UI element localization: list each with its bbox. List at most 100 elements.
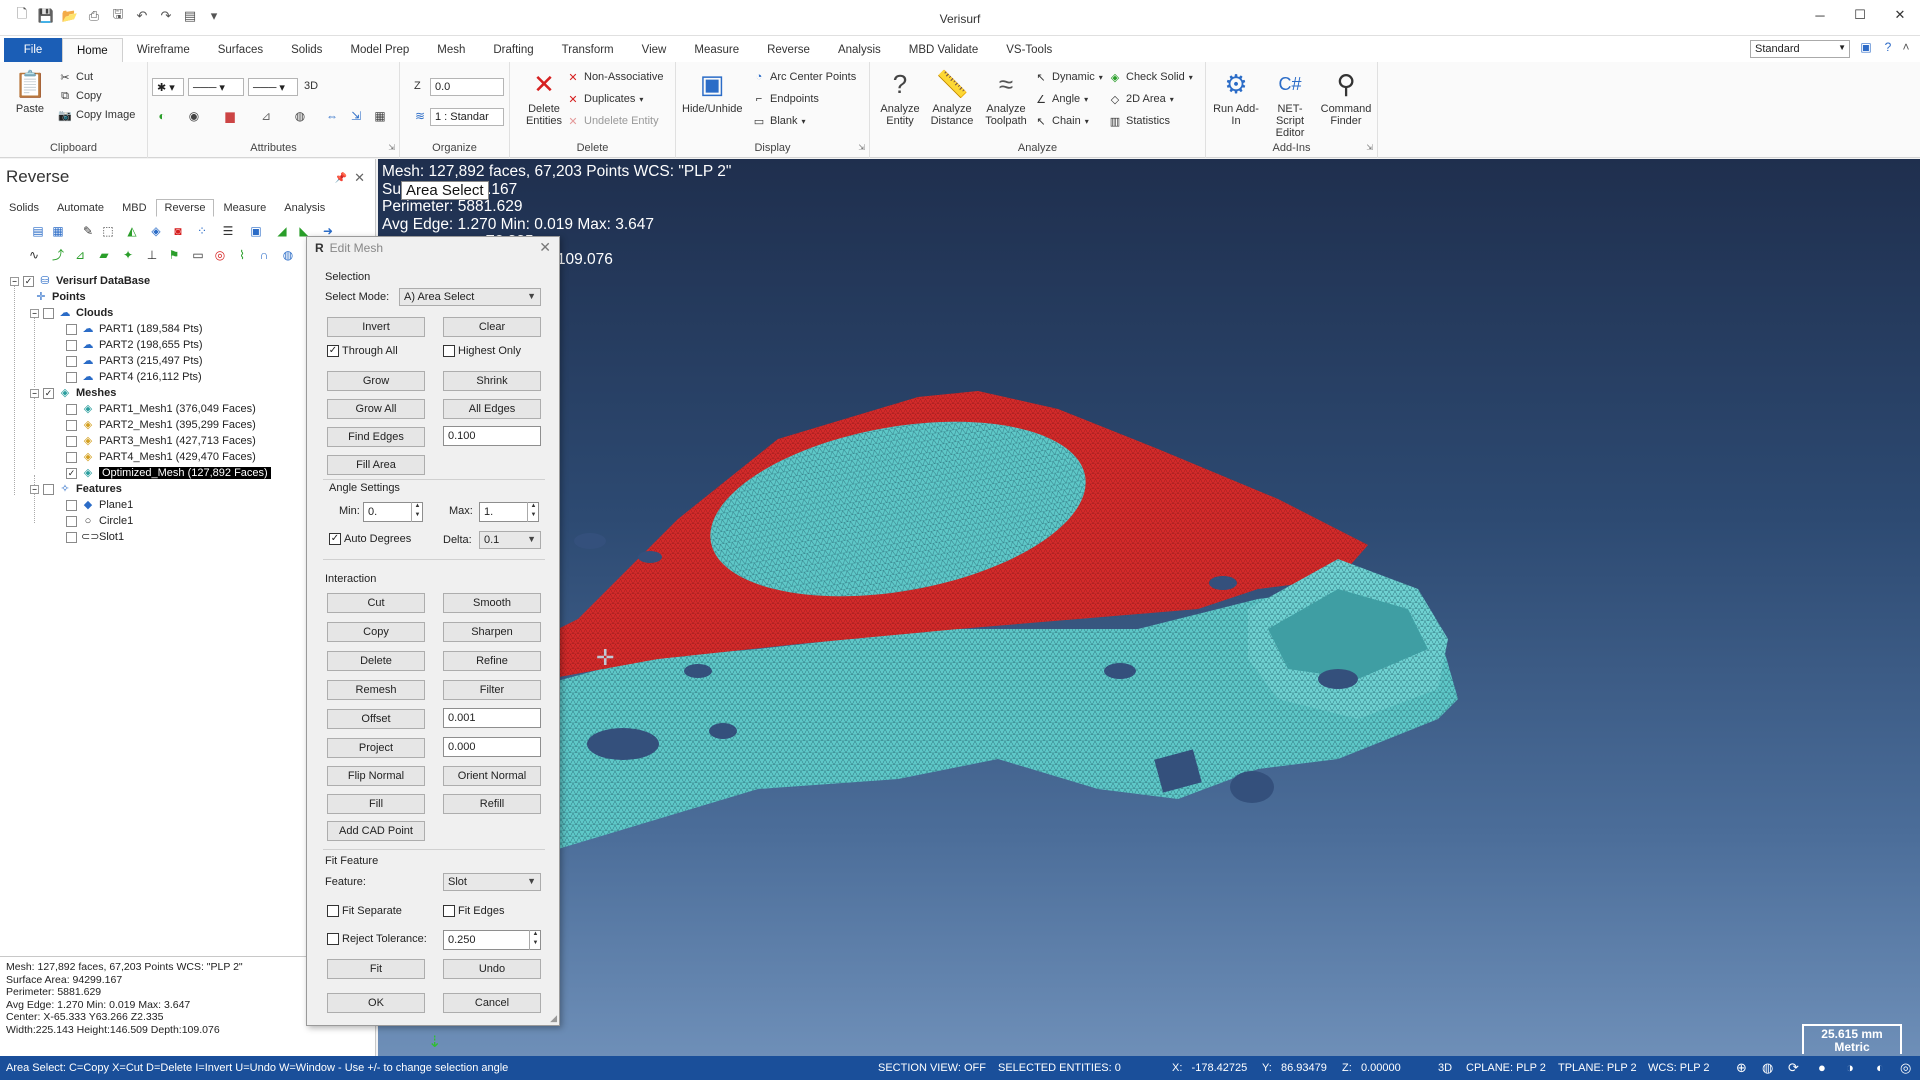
visibility-checkbox[interactable] (43, 307, 54, 319)
tplane-status[interactable]: TPLANE: PLP 2 (1558, 1062, 1637, 1074)
copy-image-button[interactable]: 📷 Copy Image (58, 108, 135, 122)
render-icon[interactable]: ◑ (1846, 1060, 1854, 1075)
level-icon[interactable]: ⊿ (258, 108, 274, 124)
arc-center-points-button[interactable]: ◔ Arc Center Points (752, 70, 857, 84)
tab-view[interactable]: View (628, 38, 681, 62)
endpoints-button[interactable]: ⌐ Endpoints (752, 92, 819, 106)
fit-edges-checkbox[interactable]: Fit Edges (443, 905, 504, 917)
cut-mesh-button[interactable]: Cut (327, 593, 425, 613)
tool-points-icon[interactable]: ⁘ (194, 223, 210, 239)
tab-drafting[interactable]: Drafting (479, 38, 547, 62)
analyze-distance-button[interactable]: 📏 Analyze Distance (926, 68, 978, 127)
tab-solids[interactable]: Solids (277, 38, 336, 62)
tool-select-icon[interactable]: ⬚ (100, 223, 116, 239)
checkbox-unchecked[interactable] (443, 905, 455, 917)
minimize-icon[interactable]: ─ (1800, 0, 1840, 30)
checkbox-unchecked[interactable] (327, 933, 339, 945)
tree-item-feature[interactable]: ⊂⊃ Slot1 (66, 529, 124, 545)
cplane-status[interactable]: CPLANE: PLP 2 (1466, 1062, 1546, 1074)
panel-tab-analysis[interactable]: Analysis (275, 199, 334, 217)
tool-wave-icon[interactable]: ∩ (256, 247, 272, 263)
visibility-checkbox[interactable] (66, 403, 77, 415)
line-width-select[interactable]: ─── ▾ (248, 78, 298, 96)
tool-cloud-icon[interactable]: ▤ (30, 223, 46, 239)
pin-icon[interactable]: 📌 (335, 173, 347, 184)
dimension-icon[interactable]: ⇔ (324, 108, 340, 124)
ok-button[interactable]: OK (327, 993, 425, 1013)
tab-measure[interactable]: Measure (680, 38, 753, 62)
cut-button[interactable]: ✂ Cut (58, 70, 93, 84)
tool-target-icon[interactable]: ◎ (212, 247, 228, 263)
highest-only-checkbox[interactable]: Highest Only (443, 345, 521, 357)
visibility-checkbox[interactable] (66, 515, 77, 527)
collapse-icon[interactable]: − (30, 308, 39, 318)
collapse-ribbon-icon[interactable]: ˄ (1898, 40, 1914, 56)
tab-mbd-validate[interactable]: MBD Validate (895, 38, 992, 62)
help-icon[interactable]: ? (1880, 40, 1896, 56)
tree-item-meshes[interactable]: − ✓ ◈ Meshes (30, 385, 116, 401)
reject-tolerance-checkbox[interactable]: Reject Tolerance: (327, 933, 427, 945)
chain-button[interactable]: ↖ Chain ▾ (1034, 114, 1088, 128)
mode-3d-status[interactable]: 3D (1438, 1062, 1452, 1074)
panel-close-icon[interactable]: ✕ (354, 170, 365, 186)
tool-plane-icon[interactable]: ▰ (96, 247, 112, 263)
tool-box-icon[interactable]: ▭ (190, 247, 206, 263)
tool-edit-icon[interactable]: ✎ (80, 223, 96, 239)
refine-button[interactable]: Refine (443, 651, 541, 671)
checkbox-unchecked[interactable] (327, 905, 339, 917)
tool-list-icon[interactable]: ☰ (220, 223, 236, 239)
command-finder-button[interactable]: ⚲ Command Finder (1318, 68, 1374, 127)
tab-mesh[interactable]: Mesh (423, 38, 479, 62)
duplicates-button[interactable]: ✕ Duplicates ▾ (566, 92, 643, 106)
collapse-icon[interactable]: − (30, 484, 39, 494)
tree-item-cloud[interactable]: ☁ PART1 (189,584 Pts) (66, 321, 203, 337)
offset-button[interactable]: Offset (327, 709, 425, 729)
shading-icon[interactable]: ● (1818, 1060, 1826, 1075)
collapse-icon[interactable]: − (30, 388, 39, 398)
grid-icon[interactable]: ▦ (372, 108, 388, 124)
analyze-entity-button[interactable]: ? Analyze Entity (874, 68, 926, 127)
check-solid-button[interactable]: ◈ Check Solid ▾ (1108, 70, 1193, 84)
chat-icon[interactable]: ▣ (1858, 40, 1874, 56)
z-depth-input[interactable]: 0.0 (430, 78, 504, 96)
fill-area-button[interactable]: Fill Area (327, 455, 425, 475)
mesh-model[interactable] (378, 159, 1920, 1056)
max-spinner-icon[interactable]: ▲ ▼ (527, 502, 539, 522)
levels-icon[interactable]: ≋ (412, 108, 428, 124)
dialog-close-icon[interactable]: ✕ (539, 239, 551, 256)
tree-item-cloud[interactable]: ☁ PART2 (198,655 Pts) (66, 337, 203, 353)
tab-transform[interactable]: Transform (548, 38, 628, 62)
tab-vs-tools[interactable]: VS-Tools (992, 38, 1066, 62)
resize-grip-icon[interactable]: ◢ (550, 1013, 557, 1024)
smooth-button[interactable]: Smooth (443, 593, 541, 613)
panel-tab-automate[interactable]: Automate (48, 199, 113, 217)
maximize-icon[interactable]: ☐ (1840, 0, 1880, 30)
tool-fill-icon[interactable]: ◭ (124, 223, 140, 239)
min-spinner-icon[interactable]: ▲ ▼ (411, 502, 423, 522)
visibility-checkbox[interactable] (66, 339, 77, 351)
all-edges-button[interactable]: All Edges (443, 399, 541, 419)
visibility-checkbox[interactable] (66, 499, 77, 511)
wcs-status[interactable]: WCS: PLP 2 (1648, 1062, 1710, 1074)
tree-item-feature[interactable]: ○ Circle1 (66, 513, 133, 529)
delete-mesh-button[interactable]: Delete (327, 651, 425, 671)
tool-pin-icon[interactable]: ⚑ (166, 247, 182, 263)
tool-brush-icon[interactable]: ⌇ (234, 247, 250, 263)
material-icon[interactable]: ◍ (292, 108, 308, 124)
net-script-editor-button[interactable]: C# NET-Script Editor (1264, 68, 1316, 139)
tool-axis-icon[interactable]: ⊥ (144, 247, 160, 263)
project-button[interactable]: Project (327, 738, 425, 758)
grow-all-button[interactable]: Grow All (327, 399, 425, 419)
fit-button[interactable]: Fit (327, 959, 425, 979)
tab-wireframe[interactable]: Wireframe (123, 38, 204, 62)
visibility-checkbox[interactable] (43, 483, 54, 495)
checkbox-checked[interactable]: ✓ (329, 533, 341, 545)
feature-dropdown[interactable]: Slot ▼ (443, 873, 541, 891)
tab-model-prep[interactable]: Model Prep (336, 38, 423, 62)
tool-globe-icon[interactable]: ◍ (280, 247, 296, 263)
panel-tab-solids[interactable]: Solids (0, 199, 48, 217)
visibility-checkbox[interactable] (66, 451, 77, 463)
tool-surface-icon[interactable]: ◢ (274, 223, 290, 239)
mode-3d-label[interactable]: 3D (304, 80, 318, 92)
orient-normal-button[interactable]: Orient Normal (443, 766, 541, 786)
